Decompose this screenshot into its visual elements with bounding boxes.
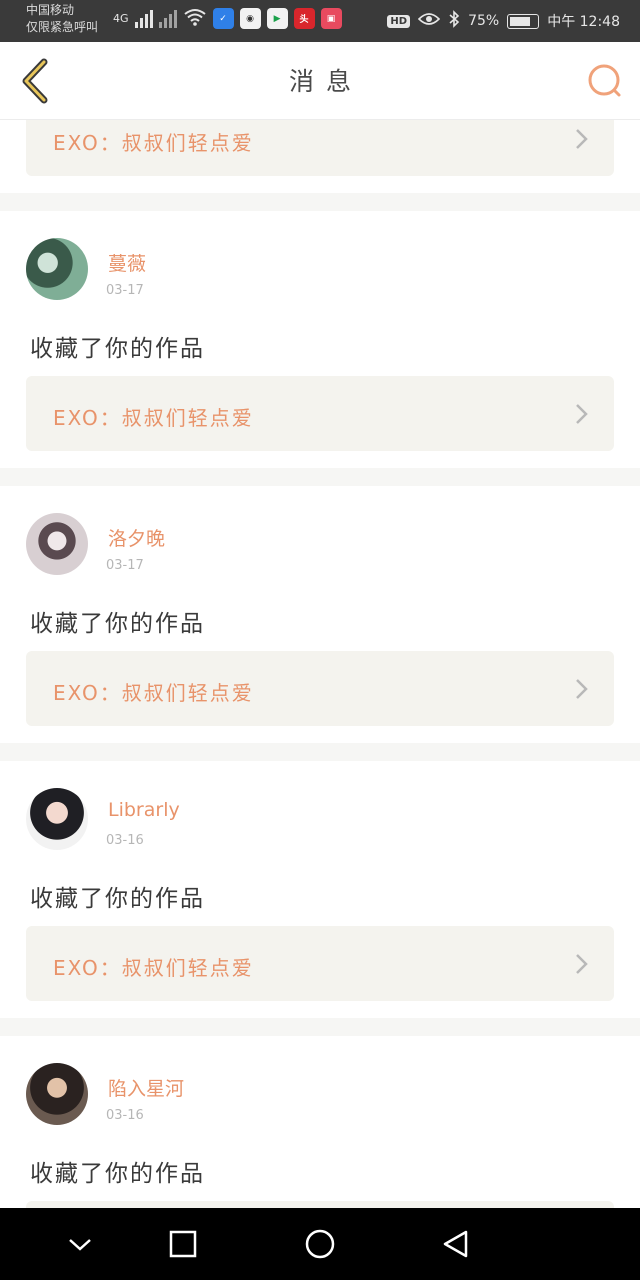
user-name[interactable]: 洛夕晚 bbox=[108, 524, 165, 551]
notification-card: Librarly 03-16 收藏了你的作品 EXO：叔叔们轻点爱 bbox=[0, 761, 640, 1018]
gift-app-icon: ▣ bbox=[320, 8, 342, 29]
status-bar: 中国移动 仅限紧急呼叫 4G ✓ ◉ ▶ 头 ▣ HD 75% 中午 12:48 bbox=[0, 0, 640, 42]
work-link[interactable]: EXO：叔叔们轻点爱 bbox=[26, 651, 614, 726]
status-icons-right: HD 75% 中午 12:48 bbox=[387, 10, 620, 32]
clock: 中午 12:48 bbox=[547, 14, 620, 30]
user-name[interactable]: Librarly bbox=[108, 799, 180, 821]
app-header: 消息 bbox=[0, 42, 640, 120]
timestamp: 03-16 bbox=[106, 1108, 144, 1123]
carrier-status: 仅限紧急呼叫 bbox=[26, 20, 99, 34]
notification-card: 洛夕晚 03-17 收藏了你的作品 EXO：叔叔们轻点爱 bbox=[0, 486, 640, 743]
recents-icon bbox=[169, 1230, 197, 1258]
work-link[interactable]: EXO：叔叔们轻点爱 bbox=[26, 120, 614, 176]
battery-icon bbox=[507, 13, 540, 29]
search-icon bbox=[588, 64, 621, 97]
search-button[interactable] bbox=[586, 62, 624, 100]
avatar[interactable] bbox=[26, 513, 88, 575]
notification-card: EXO：叔叔们轻点爱 bbox=[0, 120, 640, 193]
notification-message: 收藏了你的作品 bbox=[30, 886, 205, 912]
work-link[interactable] bbox=[26, 1201, 614, 1208]
eye-comfort-icon bbox=[417, 12, 441, 30]
notification-feed[interactable]: EXO：叔叔们轻点爱 蔓薇 03-17 收藏了你的作品 EXO：叔叔们轻点爱 洛… bbox=[0, 120, 640, 1208]
signal-icon bbox=[134, 9, 153, 28]
hd-icon: HD bbox=[387, 14, 411, 28]
work-title: EXO：叔叔们轻点爱 bbox=[53, 131, 254, 155]
news-app-icon: 头 bbox=[293, 8, 315, 29]
home-button[interactable] bbox=[300, 1224, 340, 1264]
notification-card: 蔓薇 03-17 收藏了你的作品 EXO：叔叔们轻点爱 bbox=[0, 211, 640, 468]
notification-message: 收藏了你的作品 bbox=[30, 336, 205, 362]
work-link[interactable]: EXO：叔叔们轻点爱 bbox=[26, 926, 614, 1001]
home-icon bbox=[305, 1229, 335, 1259]
bluetooth-icon bbox=[448, 10, 460, 32]
video-app-icon: ▶ bbox=[266, 8, 288, 29]
user-name[interactable]: 陷入星河 bbox=[108, 1074, 184, 1101]
chevron-right-icon bbox=[576, 129, 588, 149]
hide-keyboard-button[interactable] bbox=[60, 1224, 100, 1264]
hide-keyboard-icon bbox=[69, 1239, 91, 1251]
timestamp: 03-16 bbox=[106, 833, 144, 848]
user-name[interactable]: 蔓薇 bbox=[108, 249, 146, 276]
avatar[interactable] bbox=[26, 238, 88, 300]
timestamp: 03-17 bbox=[106, 558, 144, 573]
game-app-icon: ◉ bbox=[239, 8, 261, 29]
carrier-name: 中国移动 bbox=[26, 3, 75, 17]
signal-off-icon bbox=[158, 9, 177, 28]
shield-app-icon: ✓ bbox=[212, 8, 234, 29]
recents-button[interactable] bbox=[163, 1224, 203, 1264]
system-nav-bar bbox=[0, 1208, 640, 1280]
chevron-right-icon bbox=[576, 679, 588, 699]
wifi-icon bbox=[183, 8, 207, 29]
avatar[interactable] bbox=[26, 788, 88, 850]
timestamp: 03-17 bbox=[106, 283, 144, 298]
notification-card: 陷入星河 03-16 收藏了你的作品 bbox=[0, 1036, 640, 1208]
chevron-right-icon bbox=[576, 404, 588, 424]
avatar[interactable] bbox=[26, 1063, 88, 1125]
back-icon bbox=[443, 1230, 468, 1258]
status-icons-left: 4G ✓ ◉ ▶ 头 ▣ bbox=[113, 8, 342, 29]
page-title: 消息 bbox=[288, 67, 363, 96]
notification-message: 收藏了你的作品 bbox=[30, 611, 205, 637]
work-title: EXO：叔叔们轻点爱 bbox=[53, 956, 254, 980]
work-title: EXO：叔叔们轻点爱 bbox=[53, 406, 254, 430]
notification-message: 收藏了你的作品 bbox=[30, 1161, 205, 1187]
carrier-text: 中国移动 仅限紧急呼叫 bbox=[26, 2, 98, 36]
chevron-right-icon bbox=[576, 954, 588, 974]
network-type: 4G bbox=[113, 12, 129, 25]
battery-percent: 75% bbox=[468, 13, 500, 29]
work-title: EXO：叔叔们轻点爱 bbox=[53, 681, 254, 705]
work-link[interactable]: EXO：叔叔们轻点爱 bbox=[26, 376, 614, 451]
system-back-button[interactable] bbox=[436, 1224, 476, 1264]
